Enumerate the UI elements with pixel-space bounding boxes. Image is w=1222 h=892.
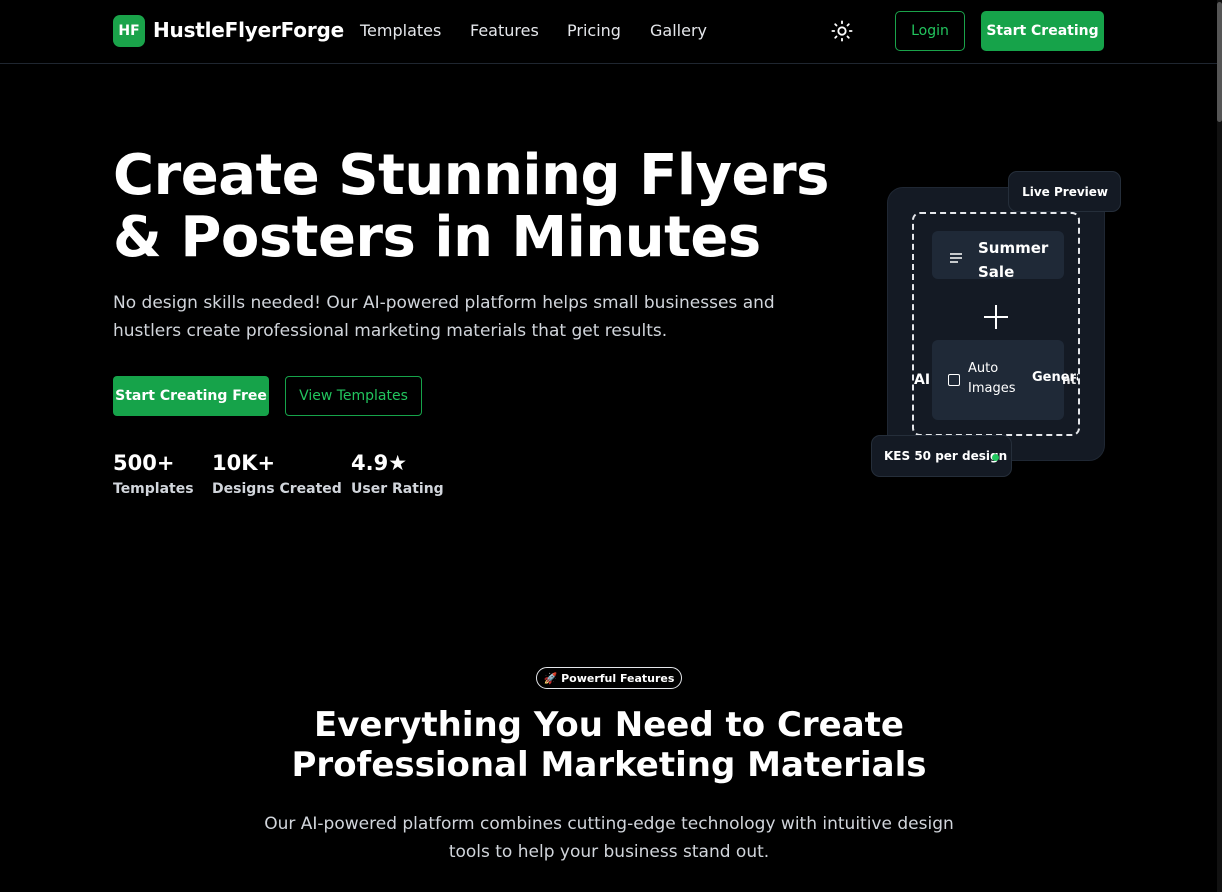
- scrollbar[interactable]: [1217, 0, 1222, 892]
- stat-label: Designs Created: [212, 481, 342, 497]
- brand-name[interactable]: HustleFlyerForge: [153, 18, 344, 42]
- top-navbar: HF HustleFlyerForge Templates Features P…: [0, 0, 1217, 64]
- view-templates-button[interactable]: View Templates: [285, 376, 422, 416]
- features-subtitle: Our AI-powered platform combines cutting…: [264, 814, 954, 862]
- price-badge: KES 50 per design: [871, 435, 1012, 477]
- live-preview-badge: Live Preview: [1008, 171, 1121, 212]
- nav-link-templates[interactable]: Templates: [360, 21, 441, 40]
- preview-tile-summer-sale: Summer Sale: [932, 231, 1064, 281]
- hero-subtitle: No design skills needed! Our AI-powered …: [113, 293, 775, 341]
- sun-icon[interactable]: [829, 18, 855, 44]
- status-dot: [992, 454, 999, 461]
- scrollbar-thumb[interactable]: [1217, 2, 1222, 122]
- image-icon: [948, 374, 960, 386]
- hero-title: Create Stunning Flyers & Posters in Minu…: [113, 143, 829, 270]
- plus-icon: [984, 305, 1008, 329]
- stat-rating: 4.9★ User Rating: [351, 451, 444, 497]
- stat-label: Templates: [113, 481, 194, 497]
- features-title: Everything You Need to Create Profession…: [291, 705, 927, 785]
- stat-templates: 500+ Templates: [113, 451, 194, 497]
- start-creating-free-button[interactable]: Start Creating Free: [113, 376, 269, 416]
- stat-designs: 10K+ Designs Created: [212, 451, 342, 497]
- clipped-text-overlap: nt: [1062, 373, 1077, 387]
- features-pill: 🚀 Powerful Features: [536, 667, 682, 689]
- logo-badge[interactable]: HF: [113, 15, 145, 47]
- login-button[interactable]: Login: [895, 11, 965, 51]
- price-text: KES 50 per design: [884, 449, 1008, 463]
- preview-canvas: Summer Sale AI Auto Images Genera nt: [912, 212, 1080, 436]
- nav-link-features[interactable]: Features: [470, 21, 539, 40]
- start-creating-button[interactable]: Start Creating: [981, 11, 1104, 51]
- nav-link-gallery[interactable]: Gallery: [650, 21, 707, 40]
- stat-value: 500+: [113, 451, 175, 475]
- tile-label: Auto Images: [968, 361, 1016, 396]
- stat-value: 4.9★: [351, 451, 408, 475]
- nav-link-pricing[interactable]: Pricing: [567, 21, 621, 40]
- text-lines-icon: [950, 249, 962, 263]
- clipped-text-left: AI: [914, 372, 931, 388]
- stat-value: 10K+: [212, 451, 276, 475]
- tile-label: Summer Sale: [978, 239, 1049, 281]
- stat-label: User Rating: [351, 481, 444, 497]
